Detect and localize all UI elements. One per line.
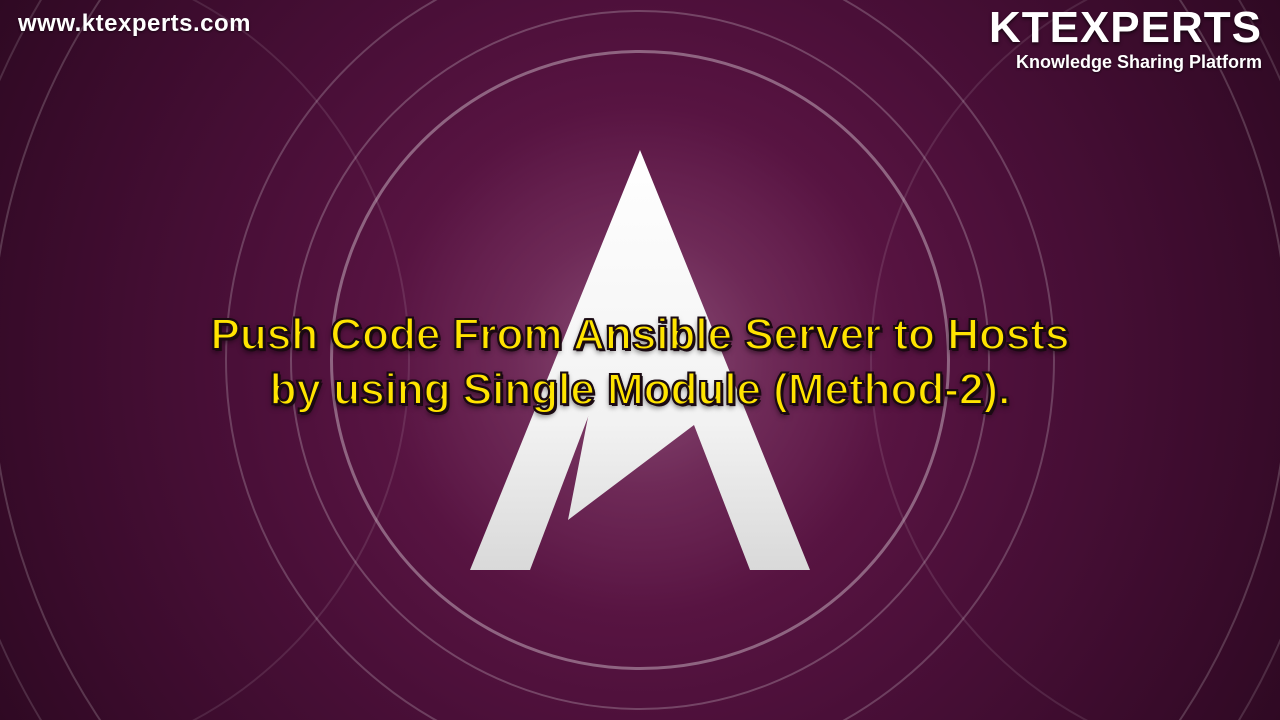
brand-tagline: Knowledge Sharing Platform xyxy=(989,52,1262,73)
site-url: www.ktexperts.com xyxy=(18,10,251,38)
headline-line-1: Push Code From Ansible Server to Hosts xyxy=(90,307,1190,362)
headline-line-2: by using Single Module (Method-2). xyxy=(90,362,1190,417)
headline: Push Code From Ansible Server to Hosts b… xyxy=(90,307,1190,417)
brand-block: KTEXPERTS Knowledge Sharing Platform xyxy=(989,6,1262,73)
brand-name: KTEXPERTS xyxy=(989,6,1262,50)
